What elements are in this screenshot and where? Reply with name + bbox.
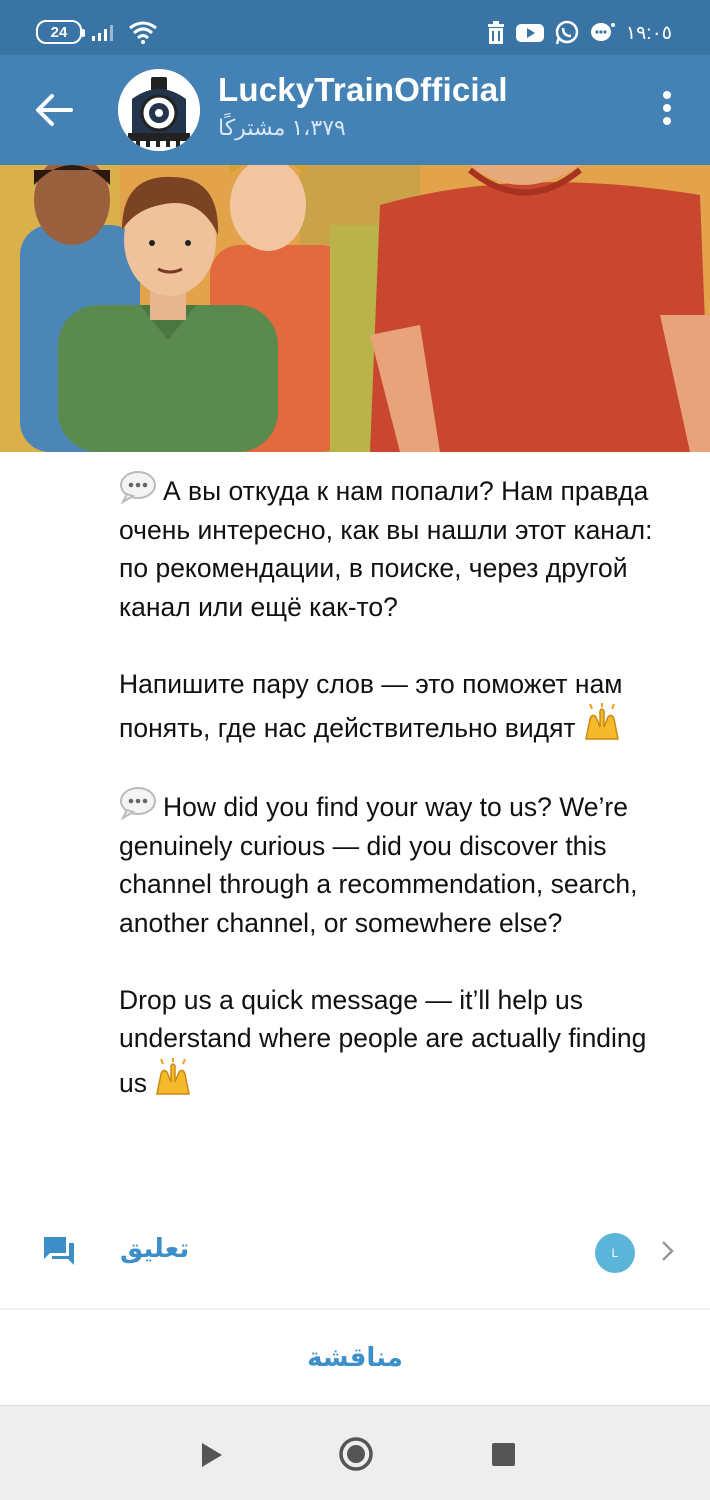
chat-bubble-icon xyxy=(590,23,615,41)
post-paragraph-en-cta: Drop us a quick message — it’ll help us … xyxy=(119,981,679,1103)
paragraph-text: Напишите пару слов — это поможет нам пон… xyxy=(119,668,623,744)
trash-icon xyxy=(487,21,504,44)
paragraph-text: Drop us a quick message — it’ll help us … xyxy=(119,984,647,1098)
status-bar: 24 ١٩:٠٥ xyxy=(0,0,710,55)
discussion-button[interactable]: مناقشة xyxy=(0,1310,710,1405)
battery-level: 24 xyxy=(50,23,68,41)
subscriber-count: ١،٣٧٩ مشترکًا xyxy=(218,115,346,140)
dot xyxy=(663,91,671,99)
status-right: ١٩:٠٥ xyxy=(486,20,672,46)
paragraph-text: How did you find your way to us? We’re g… xyxy=(119,792,638,938)
comments-label: تعليق xyxy=(120,1233,190,1263)
channel-title[interactable]: LuckyTrainOfficial xyxy=(218,71,508,109)
post-paragraph-ru-question: А вы откуда к нам попали? Нам правда оче… xyxy=(119,470,679,626)
channel-header: LuckyTrainOfficial ١،٣٧٩ مشترکًا xyxy=(0,55,710,165)
commenter-avatar: L xyxy=(595,1233,635,1273)
train-logo-icon xyxy=(118,69,200,151)
whatsapp-icon xyxy=(555,20,579,45)
nav-back-icon[interactable] xyxy=(200,1442,224,1468)
back-button[interactable] xyxy=(30,87,78,133)
system-nav-bar xyxy=(0,1405,710,1500)
people-illustration xyxy=(0,165,710,452)
post-paragraph-ru-cta: Напишите пару слов — это поможет нам пон… xyxy=(119,665,679,748)
post-text: А вы откуда к нам попали? Нам правда оче… xyxy=(119,470,679,1102)
clock: ١٩:٠٥ xyxy=(625,22,672,44)
channel-avatar[interactable] xyxy=(118,69,200,151)
more-menu-button[interactable] xyxy=(660,91,674,131)
dot xyxy=(663,104,671,112)
raised-hands-icon xyxy=(156,1057,190,1095)
dot xyxy=(663,117,671,125)
comments-row[interactable]: تعليق L xyxy=(0,1215,710,1287)
raised-hands-icon xyxy=(584,703,619,740)
speech-balloon-icon xyxy=(120,471,156,504)
speech-balloon-icon xyxy=(120,787,156,820)
arrow-left-icon xyxy=(36,94,73,126)
status-left: 24 xyxy=(36,20,158,44)
chevron-right-icon xyxy=(662,1241,674,1261)
paragraph-text: А вы откуда к нам попали? Нам правда оче… xyxy=(119,476,653,622)
nav-recents-icon[interactable] xyxy=(492,1443,515,1466)
signal-icon xyxy=(92,25,113,41)
battery-icon: 24 xyxy=(36,20,85,44)
post-paragraph-en-question: How did you find your way to us? We’re g… xyxy=(119,786,679,942)
comments-icon xyxy=(44,1237,74,1265)
youtube-icon xyxy=(515,24,544,42)
post-image[interactable] xyxy=(0,165,710,452)
wifi-icon xyxy=(129,21,157,44)
nav-home-icon[interactable] xyxy=(338,1436,374,1472)
